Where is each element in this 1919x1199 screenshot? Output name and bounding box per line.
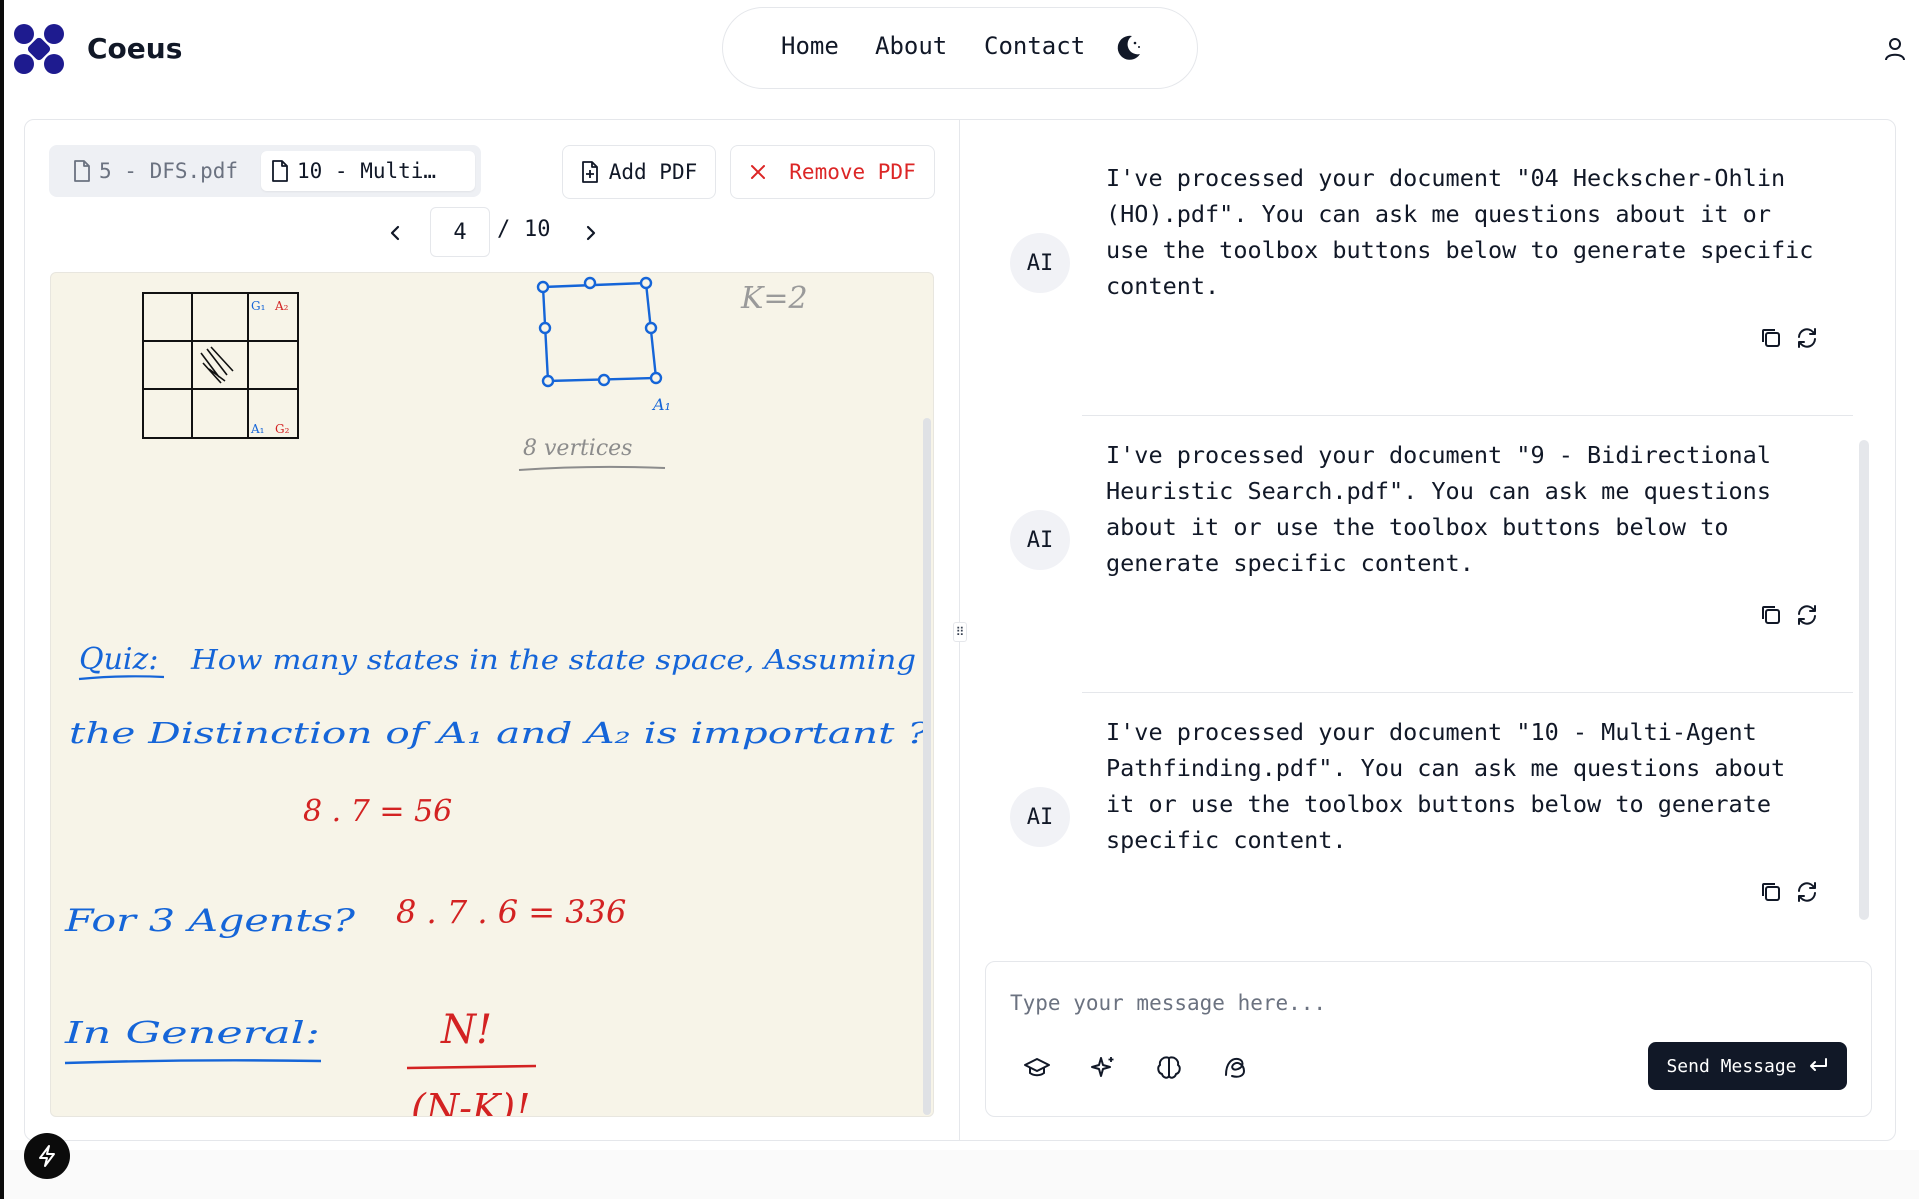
window-edge: [0, 0, 4, 1199]
formula-numerator: N!: [440, 1007, 492, 1053]
pdf-tab-label: 10 - Multi…: [297, 159, 437, 183]
app-name[interactable]: Coeus: [87, 32, 182, 65]
pdf-tab-label: 5 - DFS.pdf: [99, 159, 239, 183]
file-icon: [74, 160, 90, 182]
close-icon: [751, 165, 766, 179]
send-message-button[interactable]: Send Message: [1648, 1042, 1847, 1090]
page-total: 10: [524, 217, 551, 242]
message-input[interactable]: [1010, 985, 1830, 1021]
answer-three-agents: 8 . 7 . 6 = 336: [396, 893, 626, 931]
chat-message: AI I've processed your document "9 - Bid…: [1010, 437, 1850, 637]
pdf-page-canvas: G₁ A₂ A₁ G₂ A₁ K=2 8 vertices Quiz: How …: [64, 276, 930, 1117]
message-actions: [1758, 325, 1828, 349]
nav-about-link[interactable]: About: [875, 32, 947, 60]
refresh-icon[interactable]: [1794, 879, 1820, 905]
quiz-text-line2: the Distinction of A₁ and A₂ is importan…: [69, 716, 930, 750]
grid-label-g2: G₂: [275, 422, 290, 436]
enter-icon: [1809, 1058, 1827, 1071]
message-text: I've processed your document "9 - Bidire…: [1106, 441, 1786, 577]
file-icon: [272, 160, 288, 182]
ai-avatar: AI: [1010, 233, 1070, 293]
refresh-icon[interactable]: [1794, 602, 1820, 628]
square-label: A₁: [651, 395, 671, 414]
formula-denominator: (N-K)!: [411, 1086, 530, 1117]
message-divider: [1082, 692, 1853, 693]
remove-pdf-button[interactable]: Remove PDF: [730, 145, 935, 199]
quiz-label: Quiz:: [79, 642, 158, 677]
message-actions: [1758, 879, 1828, 903]
grid-label-g1: G₁: [251, 299, 265, 313]
copy-icon[interactable]: [1758, 602, 1784, 628]
file-plus-icon: [581, 161, 598, 183]
nav-home-link[interactable]: Home: [781, 32, 839, 60]
page-separator: /: [497, 217, 511, 242]
k-label: K=2: [740, 281, 808, 316]
refresh-icon[interactable]: [1794, 325, 1820, 351]
ai-avatar: AI: [1010, 787, 1070, 847]
chevron-right-icon[interactable]: [580, 218, 602, 248]
copy-icon[interactable]: [1758, 879, 1784, 905]
chevron-left-icon[interactable]: [384, 218, 406, 248]
chat-message: AI I've processed your document "10 - Mu…: [1010, 714, 1850, 914]
copy-icon[interactable]: [1758, 325, 1784, 351]
chat-message: AI I've processed your document "04 Heck…: [1010, 160, 1850, 360]
page-number-input[interactable]: [430, 207, 490, 257]
grid-label-a1: A₁: [250, 422, 264, 436]
ai-avatar: AI: [1010, 510, 1070, 570]
mind-map-icon[interactable]: [1220, 1053, 1250, 1083]
pdf-page-viewer[interactable]: G₁ A₂ A₁ G₂ A₁ K=2 8 vertices Quiz: How …: [50, 272, 934, 1117]
dev-tools-button[interactable]: [24, 1133, 70, 1179]
message-text: I've processed your document "04 Hecksch…: [1106, 164, 1828, 300]
send-message-label: Send Message: [1666, 1055, 1797, 1077]
panel-resize-handle[interactable]: ⠿: [953, 622, 967, 642]
vertices-label: 8 vertices: [523, 436, 632, 461]
sparkles-icon[interactable]: [1088, 1053, 1118, 1083]
message-divider: [1082, 415, 1853, 416]
chat-scrollbar[interactable]: [1859, 440, 1869, 920]
add-pdf-label: Add PDF: [608, 160, 698, 184]
in-general-label: In General:: [64, 1016, 320, 1051]
message-text: I've processed your document "10 - Multi…: [1106, 718, 1800, 854]
graduation-cap-icon[interactable]: [1022, 1053, 1052, 1083]
three-agents-question: For 3 Agents?: [64, 903, 356, 939]
moon-icon[interactable]: [1112, 32, 1144, 64]
grid-label-a2: A₂: [274, 299, 289, 313]
pdf-tab-list: 5 - DFS.pdf 10 - Multi…: [49, 145, 481, 197]
coeus-logo-icon[interactable]: [12, 22, 66, 76]
quiz-text-line1: How many states in the state space, Assu…: [190, 645, 916, 676]
add-pdf-button[interactable]: Add PDF: [562, 145, 716, 199]
lightning-icon: [39, 1145, 55, 1167]
pdf-scrollbar[interactable]: [923, 418, 931, 1115]
message-actions: [1758, 602, 1828, 626]
nav-contact-link[interactable]: Contact: [984, 32, 1085, 60]
grid-drawing: [142, 292, 299, 439]
answer-two-agents: 8 . 7 = 56: [303, 794, 452, 829]
page-footer-area: [4, 1150, 1919, 1199]
brain-icon[interactable]: [1154, 1053, 1184, 1083]
vertex-square-drawing: [536, 276, 663, 388]
remove-pdf-label: Remove PDF: [789, 160, 916, 184]
user-icon[interactable]: [1883, 36, 1907, 62]
pdf-tab-multi-agent[interactable]: 10 - Multi…: [261, 151, 475, 191]
